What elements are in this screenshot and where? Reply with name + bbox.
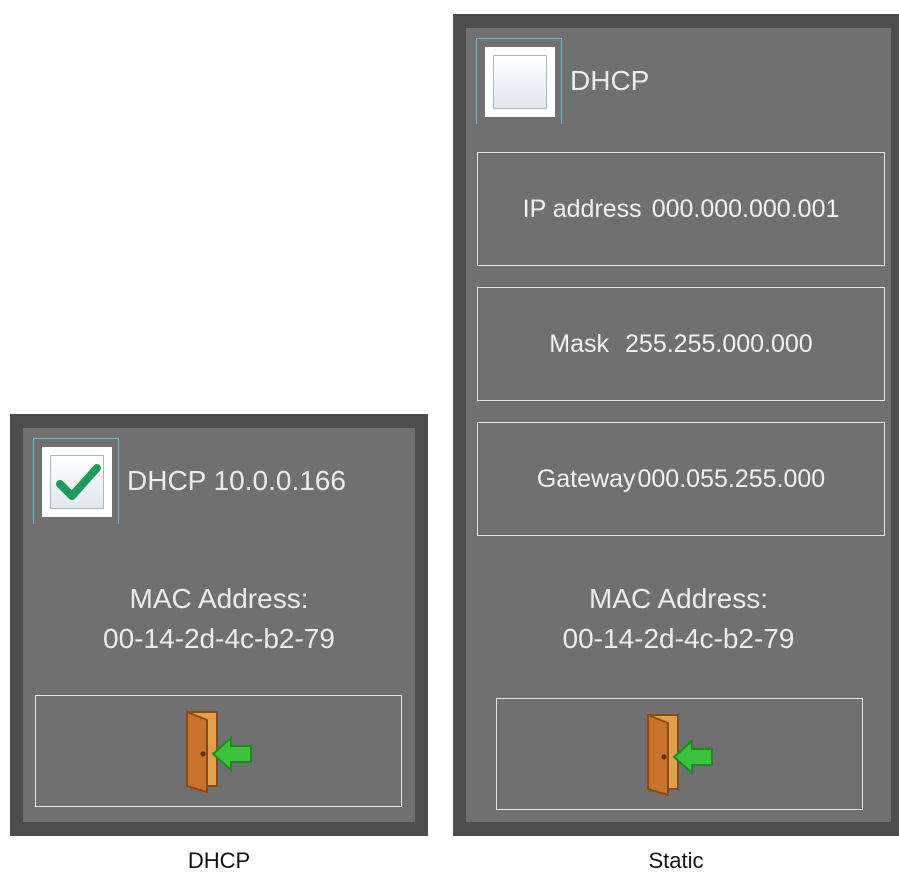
gateway-label: Gateway bbox=[536, 464, 636, 493]
exit-door-arrow-icon bbox=[185, 710, 252, 794]
checkbox-face bbox=[493, 55, 547, 109]
static-dhcp-checkbox[interactable] bbox=[485, 47, 555, 117]
ip-address-field[interactable]: IP address 000.000.000.001 bbox=[477, 152, 885, 266]
ip-address-value: 000.000.000.001 bbox=[651, 194, 840, 223]
dhcp-checkbox-tab bbox=[33, 438, 119, 524]
static-settings-panel: DHCP IP address 000.000.000.001 Mask 255… bbox=[453, 14, 899, 836]
dhcp-panel-body: DHCP 10.0.0.166 MAC Address: 00-14-2d-4c… bbox=[23, 428, 415, 822]
mask-value: 255.255.000.000 bbox=[625, 329, 813, 358]
mac-address-value: 00-14-2d-4c-b2-79 bbox=[103, 623, 335, 654]
exit-button[interactable] bbox=[496, 698, 863, 810]
mac-address-label: MAC Address: bbox=[129, 583, 309, 614]
exit-door-arrow-icon bbox=[646, 713, 713, 797]
dhcp-settings-panel: DHCP 10.0.0.166 MAC Address: 00-14-2d-4c… bbox=[10, 414, 428, 836]
gateway-value: 000.055.255.000 bbox=[637, 464, 826, 493]
static-dhcp-checkbox-label: DHCP bbox=[570, 65, 650, 96]
checkmark-icon bbox=[56, 464, 101, 500]
dhcp-caption: DHCP bbox=[187, 848, 251, 873]
mask-field[interactable]: Mask 255.255.000.000 bbox=[477, 287, 885, 401]
mask-label: Mask bbox=[549, 329, 610, 358]
static-panel-body: DHCP IP address 000.000.000.001 Mask 255… bbox=[466, 28, 891, 822]
ip-address-label: IP address bbox=[522, 194, 642, 223]
mac-address-label: MAC Address: bbox=[589, 583, 768, 614]
mac-address-value: 00-14-2d-4c-b2-79 bbox=[562, 623, 795, 654]
checkbox-face bbox=[50, 455, 104, 509]
exit-button[interactable] bbox=[35, 695, 402, 807]
dhcp-checkbox[interactable] bbox=[42, 447, 112, 517]
static-caption: Static bbox=[648, 848, 704, 873]
dhcp-checkbox-label: DHCP 10.0.0.166 bbox=[127, 465, 346, 496]
gateway-field[interactable]: Gateway 000.055.255.000 bbox=[477, 422, 885, 536]
static-dhcp-checkbox-tab bbox=[476, 38, 562, 124]
